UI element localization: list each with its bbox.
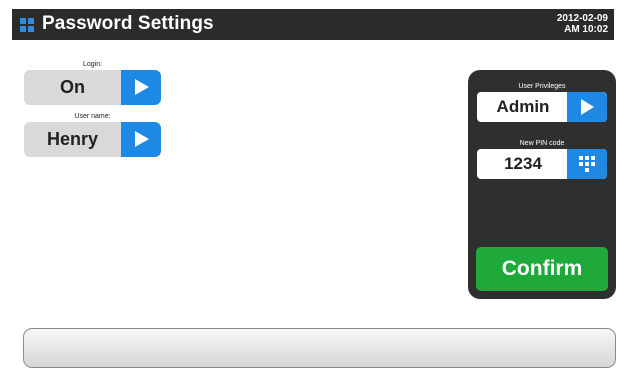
play-arrow-icon [581, 99, 594, 115]
privileges-label: User Privileges [518, 83, 566, 90]
keypad-button[interactable] [567, 149, 607, 179]
datetime-display: 2012-02-09 AM 10:02 [557, 13, 608, 35]
username-next-button[interactable] [121, 122, 161, 157]
pin-value: 1234 [504, 154, 542, 173]
bottom-message-bar [23, 328, 616, 368]
login-next-button[interactable] [121, 70, 161, 105]
login-selector[interactable]: On [24, 70, 161, 105]
time-text: AM 10:02 [564, 24, 608, 35]
date-text: 2012-02-09 [556, 13, 608, 24]
keypad-icon [579, 156, 595, 172]
privileges-panel: User Privileges Admin New PIN code 1234 … [468, 70, 616, 299]
grid-icon[interactable] [20, 18, 34, 32]
privileges-selector[interactable]: Admin [477, 92, 607, 122]
username-value: Henry [46, 129, 99, 149]
login-label: Login: [82, 61, 103, 68]
username-label: User name: [74, 113, 111, 120]
play-arrow-icon [135, 79, 149, 95]
login-value: On [60, 77, 85, 97]
confirm-button[interactable]: Confirm [476, 247, 608, 291]
pin-label: New PIN code [519, 140, 565, 147]
title-bar: Password Settings 2012-02-09 AM 10:02 [12, 9, 614, 40]
page-title: Password Settings [42, 13, 214, 34]
privileges-value: Admin [496, 97, 550, 116]
privileges-next-button[interactable] [567, 92, 607, 122]
pin-field[interactable]: 1234 [477, 149, 607, 179]
play-arrow-icon [135, 131, 149, 147]
username-selector[interactable]: Henry [24, 122, 161, 157]
